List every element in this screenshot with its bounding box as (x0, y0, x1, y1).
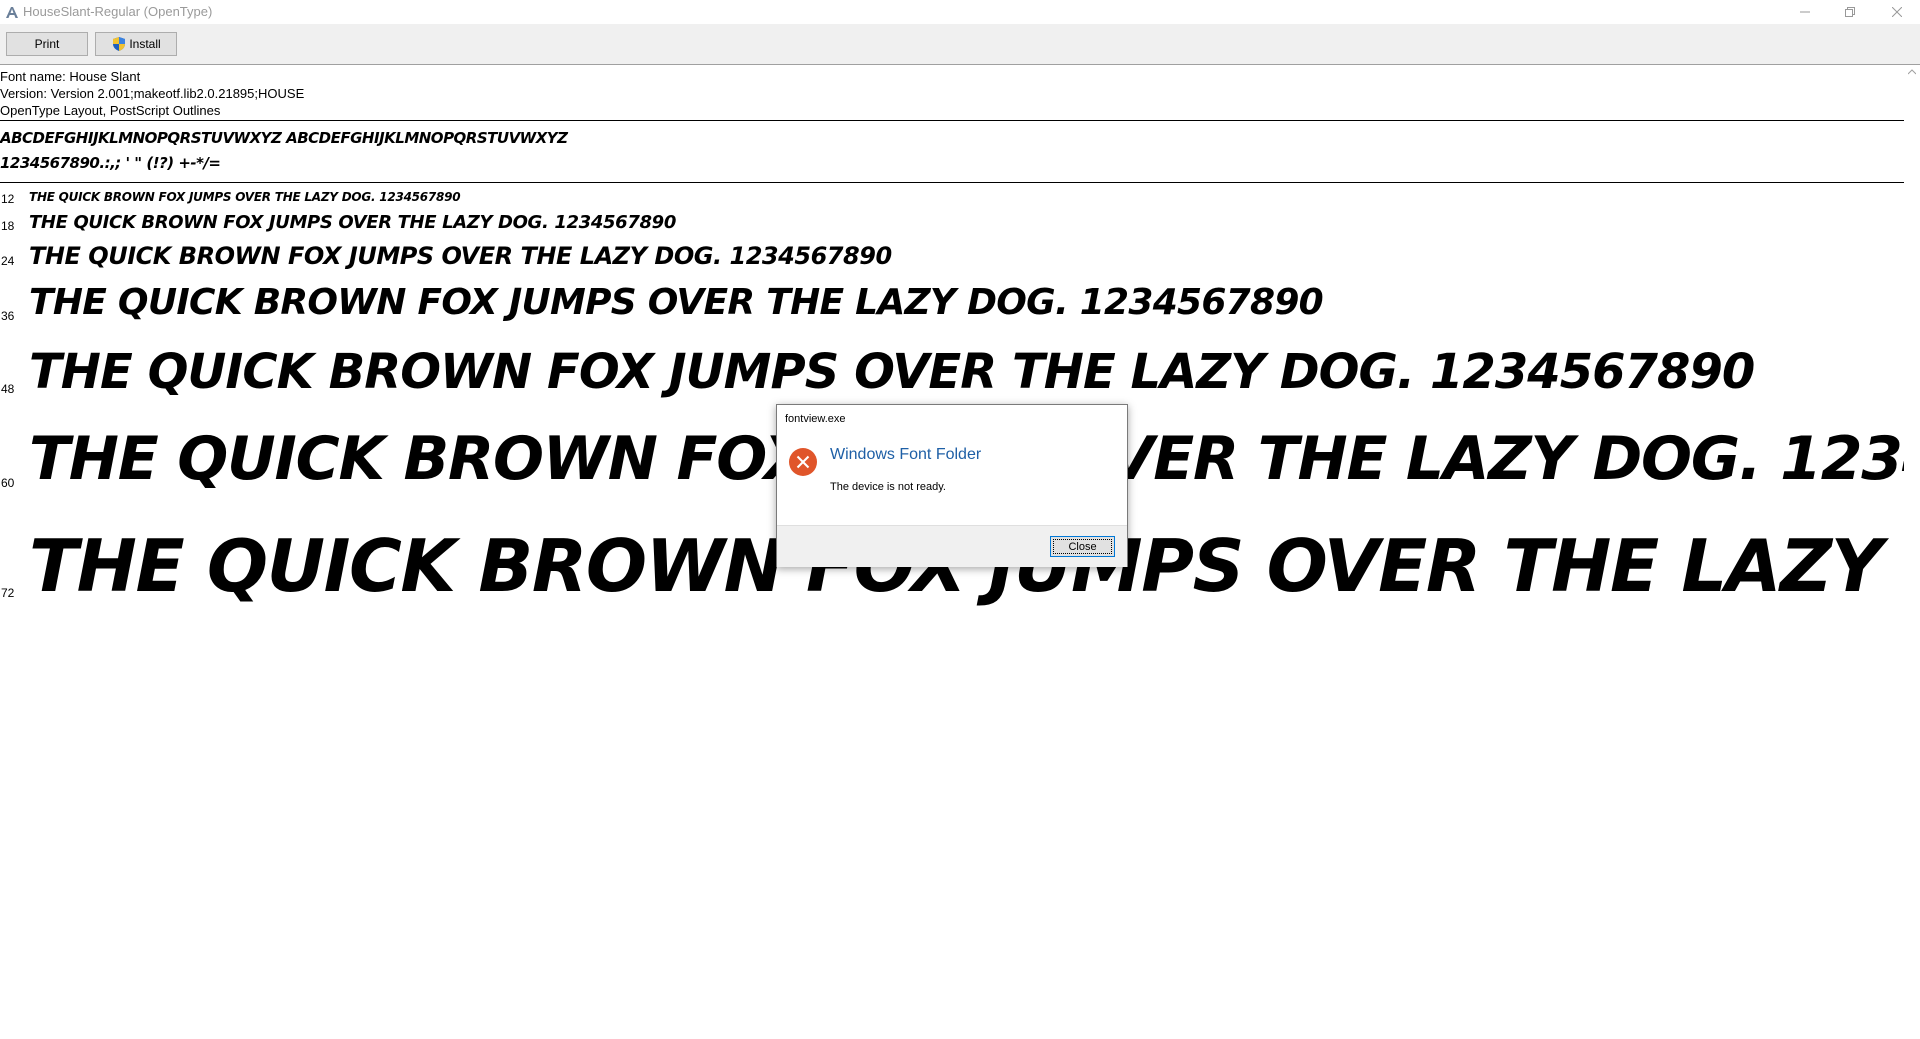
toolbar: Print Install (0, 24, 1920, 65)
sample-text: THE QUICK BROWN FOX JUMPS OVER THE LAZY … (29, 242, 892, 270)
sample-text: THE QUICK BROWN FOX JUMPS OVER THE LAZY … (29, 190, 461, 204)
sample-text: THE QUICK BROWN FOX JUMPS OVER THE LAZY … (29, 282, 1324, 323)
sample-text: THE QUICK BROWN FOX JUMPS OVER THE LAZY … (29, 344, 1755, 400)
font-name-line: Font name: House Slant (0, 69, 141, 84)
restore-icon (1845, 7, 1855, 17)
print-button-label: Print (34, 37, 60, 51)
divider (0, 120, 1904, 121)
sample-size-label: 12 (1, 192, 15, 206)
sample-size-label: 36 (1, 309, 15, 323)
print-button[interactable]: Print (6, 32, 88, 56)
install-button[interactable]: Install (95, 32, 177, 56)
charset-digits: 1234567890.:,; ' " (!?) +-*/= (0, 154, 221, 172)
scroll-up-arrow-icon[interactable] (1908, 69, 1916, 75)
dialog-footer: Close (777, 525, 1127, 567)
error-dialog: fontview.exe Windows Font Folder The dev… (776, 404, 1128, 567)
charset-letters: ABCDEFGHIJKLMNOPQRSTUVWXYZ ABCDEFGHIJKLM… (0, 129, 568, 147)
sample-size-label: 60 (1, 476, 15, 490)
title-bar: HouseSlant-Regular (OpenType) (0, 0, 1920, 24)
font-app-icon (6, 7, 18, 18)
install-button-label: Install (129, 37, 161, 51)
sample-size-label: 48 (1, 382, 15, 396)
window-title: HouseSlant-Regular (OpenType) (23, 4, 213, 19)
close-window-button[interactable] (1874, 0, 1920, 24)
dialog-title: fontview.exe (785, 413, 846, 425)
dialog-message: The device is not ready. (830, 481, 946, 493)
dialog-heading: Windows Font Folder (830, 446, 982, 463)
sample-size-label: 72 (1, 586, 15, 600)
font-version-line: Version: Version 2.001;makeotf.lib2.0.21… (0, 86, 305, 101)
dialog-close-label: Close (1068, 540, 1097, 553)
minimize-button[interactable] (1782, 0, 1828, 24)
uac-shield-icon (113, 37, 126, 51)
divider (0, 182, 1904, 183)
sample-text: THE QUICK BROWN FOX JUMPS OVER THE LAZY … (29, 212, 677, 233)
minimize-icon (1800, 11, 1810, 13)
error-icon (789, 448, 817, 476)
font-info: Font name: House Slant Version: Version … (0, 68, 304, 119)
sample-size-label: 18 (1, 219, 15, 233)
restore-button[interactable] (1827, 0, 1873, 24)
font-type-line: OpenType Layout, PostScript Outlines (0, 103, 221, 118)
sample-size-label: 24 (1, 254, 15, 268)
dialog-close-button[interactable]: Close (1050, 536, 1115, 557)
close-icon (1892, 7, 1902, 17)
vertical-scrollbar[interactable] (1904, 65, 1920, 1039)
